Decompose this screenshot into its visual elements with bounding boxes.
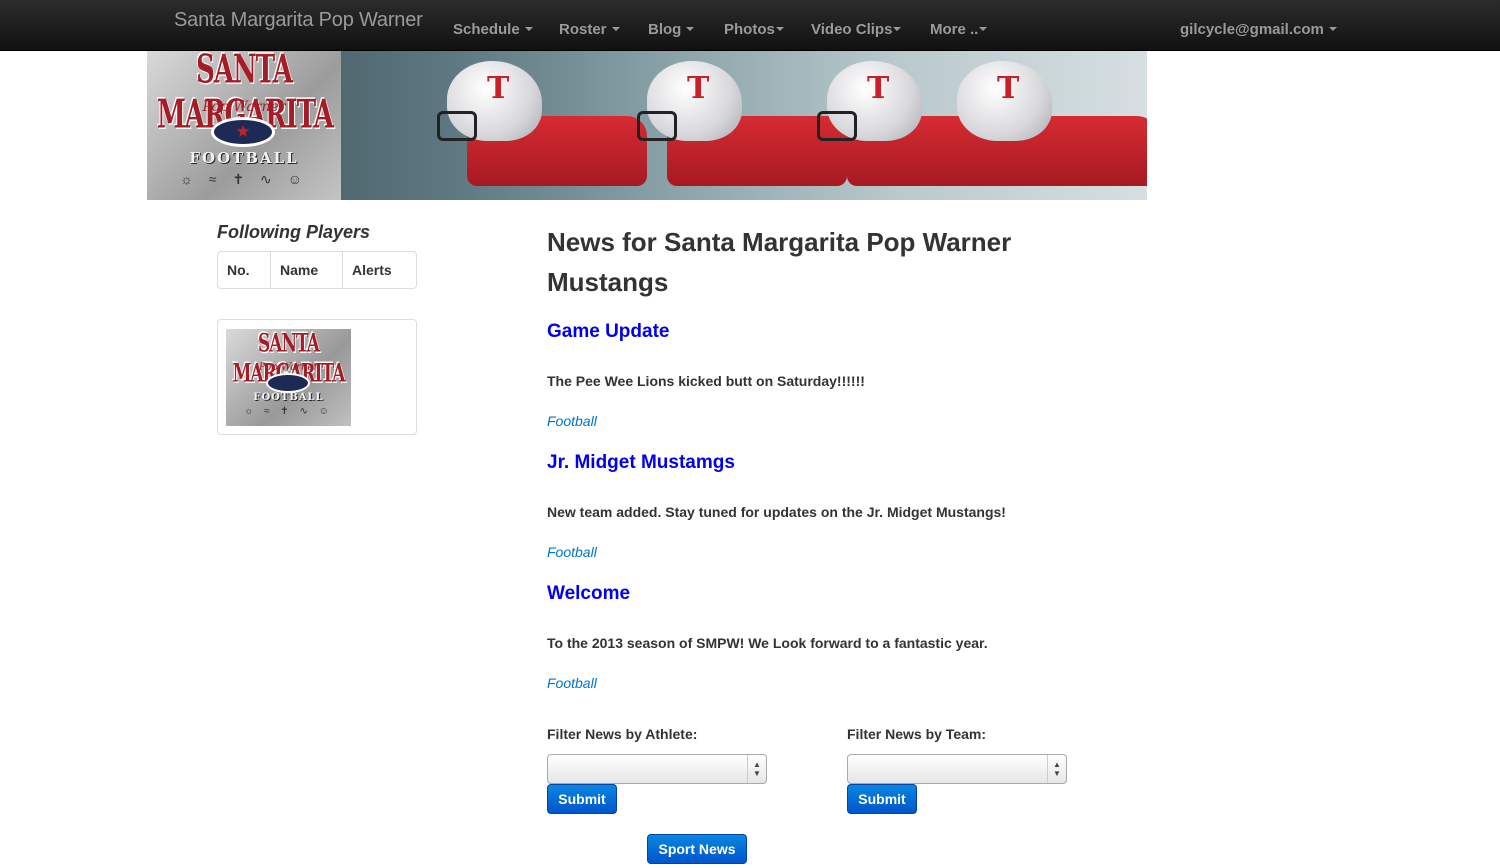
column-header-alerts: Alerts: [342, 252, 416, 288]
logo-subtitle: Pop Warner: [202, 99, 286, 115]
news-body: The Pee Wee Lions kicked butt on Saturda…: [547, 373, 865, 389]
nav-roster[interactable]: Roster: [559, 21, 620, 38]
filter-team-submit-button[interactable]: Submit: [847, 784, 917, 814]
player-image: T: [937, 61, 1147, 200]
helmet-letter: T: [487, 71, 510, 106]
user-email: gilcycle@gmail.com: [1180, 21, 1324, 38]
caret-down-icon: [611, 27, 620, 32]
nav-blog-label: Blog: [648, 21, 682, 38]
helmet-letter: T: [997, 71, 1020, 106]
user-menu[interactable]: gilcycle@gmail.com: [1180, 21, 1337, 38]
caret-down-icon: [1328, 27, 1337, 32]
news-title-link[interactable]: Jr. Midget Mustamgs: [547, 452, 735, 474]
news-title-link[interactable]: Game Update: [547, 321, 669, 343]
page-title: News for Santa Margarita Pop Warner Must…: [547, 227, 1012, 297]
caret-down-icon: [775, 27, 784, 32]
helmet-letter: T: [687, 71, 710, 106]
caret-down-icon: [686, 27, 695, 32]
facemask: [437, 111, 477, 141]
nav-schedule[interactable]: Schedule: [453, 21, 533, 38]
caret-down-icon: [893, 27, 902, 32]
sport-news-button[interactable]: Sport News: [647, 834, 747, 864]
nav-more[interactable]: More ..: [930, 21, 988, 38]
helmet-letter: T: [867, 71, 890, 106]
top-navbar: Santa Margarita Pop Warner Schedule Rost…: [0, 0, 1500, 51]
team-logo: SANTA MARGARITA Pop Warner ★ FOOTBALL ☼ …: [147, 51, 341, 200]
nav-roster-label: Roster: [559, 21, 607, 38]
news-tag-link[interactable]: Football: [547, 675, 597, 691]
logo-football-emblem: ★: [211, 117, 275, 147]
nav-video-clips-label: Video Clips: [811, 21, 893, 38]
logo-mascot-icons: ☼ ≈ ✝ ∿ ☺: [180, 171, 308, 187]
logo-football-emblem: [266, 373, 310, 393]
team-logo-image: SANTA MARGARITA Pop Warner FOOTBALL ☼ ≈ …: [226, 329, 351, 426]
nav-photos[interactable]: Photos: [724, 21, 784, 38]
nav-schedule-label: Schedule: [453, 21, 520, 38]
column-header-name: Name: [270, 252, 342, 288]
facemask: [817, 111, 857, 141]
news-tag-link[interactable]: Football: [547, 413, 597, 429]
select-arrows-icon: ▲ ▼: [747, 755, 766, 783]
player-image: T: [427, 61, 657, 200]
filter-athlete-submit-button[interactable]: Submit: [547, 784, 617, 814]
following-players-heading: Following Players: [217, 222, 371, 242]
logo-subtitle: Pop Warner: [258, 362, 319, 373]
logo-football-text: FOOTBALL: [253, 392, 324, 403]
news-tag-link[interactable]: Football: [547, 544, 597, 560]
select-arrows-icon: ▲ ▼: [1047, 755, 1066, 783]
following-players-table: No. Name Alerts: [217, 251, 417, 289]
filter-team-select[interactable]: ▲ ▼: [847, 754, 1067, 784]
caret-down-icon: [524, 27, 533, 32]
filter-team-label: Filter News by Team:: [847, 726, 987, 742]
header-banner: SANTA MARGARITA Pop Warner ★ FOOTBALL ☼ …: [147, 51, 1147, 200]
news-body: To the 2013 season of SMPW! We Look forw…: [547, 635, 988, 651]
logo-football-text: FOOTBALL: [189, 149, 299, 167]
nav-blog[interactable]: Blog: [648, 21, 695, 38]
team-logo-card: SANTA MARGARITA Pop Warner FOOTBALL ☼ ≈ …: [217, 319, 417, 435]
brand-link[interactable]: Santa Margarita Pop Warner: [174, 9, 423, 32]
nav-photos-label: Photos: [724, 21, 775, 38]
logo-mascot-icons: ☼ ≈ ✝ ∿ ☺: [244, 406, 333, 417]
helmet-icon: T: [957, 61, 1052, 141]
filter-athlete-label: Filter News by Athlete:: [547, 726, 698, 742]
filter-athlete-select[interactable]: ▲ ▼: [547, 754, 767, 784]
nav-more-label: More ..: [930, 21, 979, 38]
caret-down-icon: [979, 27, 988, 32]
facemask: [637, 111, 677, 141]
column-header-no: No.: [227, 262, 250, 278]
star-icon: ★: [235, 122, 251, 141]
nav-video-clips[interactable]: Video Clips: [811, 21, 902, 38]
news-title-link[interactable]: Welcome: [547, 583, 630, 605]
news-body: New team added. Stay tuned for updates o…: [547, 504, 1006, 520]
